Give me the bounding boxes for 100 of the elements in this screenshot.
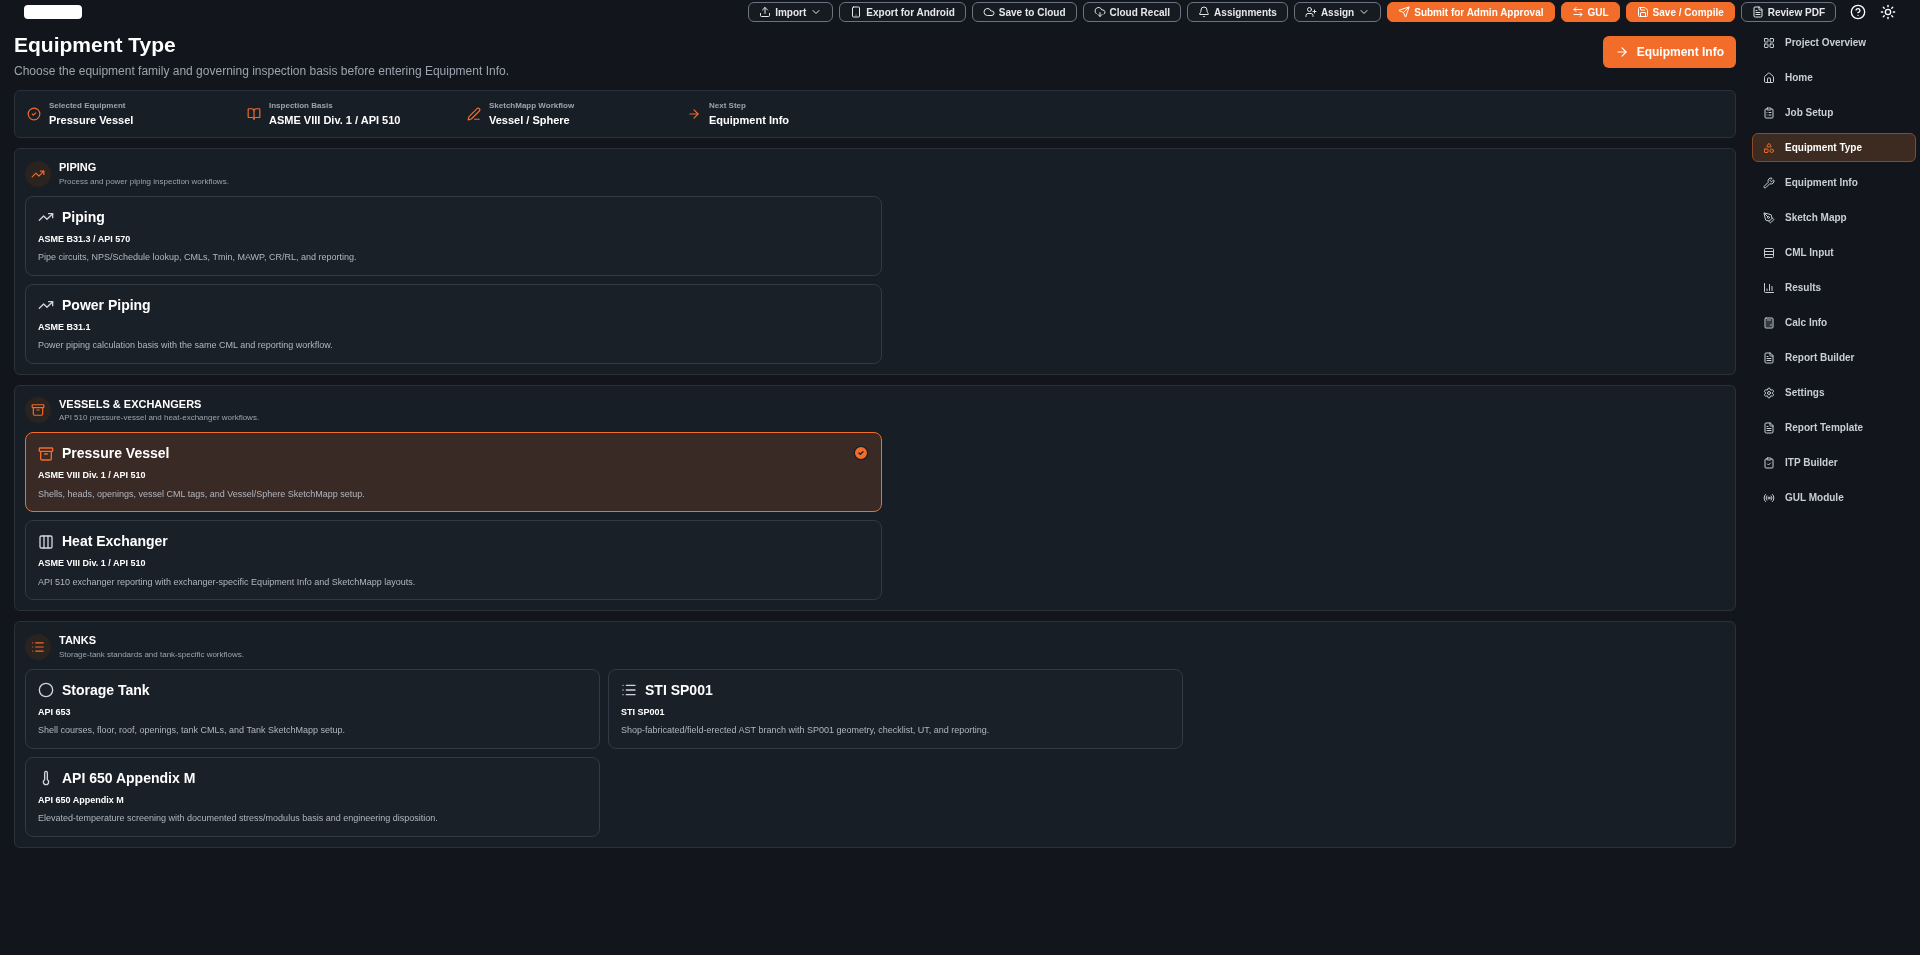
equipment-card[interactable]: API 650 Appendix M API 650 Appendix M Elevated-temperature screening with documented stress/modulus basis and engineering disposition. <box>25 756 600 837</box>
category-description: Process and power piping inspection workflows. <box>59 175 229 188</box>
sun-icon[interactable] <box>1880 4 1896 20</box>
card-basis: ASME B31.1 <box>38 320 92 334</box>
category-title: PIPING <box>59 160 98 176</box>
equipment-card[interactable]: STI SP001 STI SP001 Shop-fabricated/field-erected AST branch with SP001 geometry, checklist, UT, and reporting. <box>608 668 1183 749</box>
sidebar-item[interactable]: Home <box>1752 63 1916 92</box>
page-title: Equipment Type <box>14 32 177 58</box>
columns-icon <box>38 533 54 550</box>
summary-value: Vessel / Sphere <box>489 113 571 128</box>
category-title: TANKS <box>59 633 98 649</box>
send-icon <box>1398 6 1411 18</box>
category-description: Storage-tank standards and tank-specific workflows. <box>59 648 244 661</box>
toolbar-button[interactable]: Export for Android <box>839 2 966 22</box>
selected-check-icon <box>853 445 869 462</box>
toolbar-button[interactable]: Assignments <box>1187 2 1288 22</box>
card-title: API 650 Appendix M <box>62 768 196 788</box>
card-title: Heat Exchanger <box>62 532 168 552</box>
list-icon <box>31 639 45 654</box>
card-description: Pipe circuits, NPS/Schedule lookup, CMLs, Tmin, MAWP, CR/RL, and reporting. <box>38 251 358 265</box>
upload-icon <box>759 6 772 18</box>
shapes-icon <box>1763 141 1775 154</box>
arrows-icon <box>1571 6 1584 18</box>
summary-label: Next Step <box>709 100 747 112</box>
card-title: Storage Tank <box>62 680 150 700</box>
cloud-download-icon <box>1093 6 1106 18</box>
toolbar-button[interactable]: Review PDF <box>1740 2 1836 22</box>
card-description: Shells, heads, openings, vessel CML tags, and Vessel/Sphere SketchMapp setup. <box>38 487 366 501</box>
arrow-right-icon <box>1614 45 1629 59</box>
bar-chart-icon <box>1763 281 1775 294</box>
sidebar-item[interactable]: Report Builder <box>1752 343 1916 372</box>
sidebar-item[interactable]: Sketch Mapp <box>1752 203 1916 232</box>
document-icon <box>1763 351 1775 364</box>
wrench-icon <box>1763 176 1775 189</box>
sidebar-item[interactable]: Project Overview <box>1752 28 1916 57</box>
summary-label: Inspection Basis <box>269 100 334 112</box>
card-description: API 510 exchanger reporting with exchanger-specific Equipment Info and SketchMapp layouts. <box>38 575 417 589</box>
card-description: Power piping calculation basis with the same CML and reporting workflow. <box>38 339 334 353</box>
sidebar-item[interactable]: CML Input <box>1752 238 1916 267</box>
category-description: API 510 pressure-vessel and heat-exchanger workflows. <box>59 412 260 425</box>
phone-icon <box>850 6 863 18</box>
card-basis: API 653 <box>38 705 72 719</box>
equipment-card[interactable]: Piping ASME B31.3 / API 570 Pipe circuits, NPS/Schedule lookup, CMLs, Tmin, MAWP, CR/RL, and reporting. <box>25 195 882 276</box>
save-icon <box>1636 6 1649 18</box>
card-basis: STI SP001 <box>621 705 666 719</box>
card-description: Shop-fabricated/field-erected AST branch with SP001 geometry, checklist, UT, and reporting. <box>621 724 991 738</box>
sidebar-item[interactable]: Report Template <box>1752 413 1916 442</box>
book-icon <box>247 107 261 122</box>
archive-box-icon <box>31 403 45 417</box>
equipment-card[interactable]: Storage Tank API 653 Shell courses, floor, roof, openings, tank CMLs, and Tank SketchMapp setup. <box>25 668 600 749</box>
archive-box-icon <box>38 445 54 462</box>
toolbar-button[interactable]: Save to Cloud <box>971 2 1077 22</box>
card-title: Power Piping <box>62 295 151 315</box>
summary-value: Pressure Vessel <box>49 113 134 128</box>
card-title: Piping <box>62 207 105 227</box>
circle-icon <box>38 682 54 699</box>
check-circle-icon <box>27 107 41 122</box>
clipboard-check-icon <box>1763 456 1775 469</box>
toolbar-button[interactable]: Import <box>748 2 834 22</box>
equipment-card[interactable]: Power Piping ASME B31.1 Power piping calculation basis with the same CML and reporting workflow. <box>25 283 882 364</box>
settings-icon <box>1763 386 1775 399</box>
pen-icon <box>1763 211 1775 224</box>
card-basis: ASME VIII Div. 1 / API 510 <box>38 557 147 571</box>
toolbar-button[interactable]: Cloud Recall <box>1082 2 1182 22</box>
equipment-card[interactable]: Heat Exchanger ASME VIII Div. 1 / API 510 API 510 exchanger reporting with exchanger-specific Equipment Info and SketchMapp layouts. <box>25 520 882 601</box>
rows-icon <box>1763 246 1775 259</box>
card-basis: API 650 Appendix M <box>38 793 125 807</box>
sidebar-item[interactable]: ITP Builder <box>1752 448 1916 477</box>
clipboard-icon <box>1763 106 1775 119</box>
card-basis: ASME B31.3 / API 570 <box>38 232 132 246</box>
equipment-card[interactable]: Pressure Vessel ASME VIII Div. 1 / API 510 Shells, heads, openings, vessel CML tags, and Vessel/Sphere SketchMapp setup. <box>25 432 882 513</box>
sidebar-item[interactable]: Results <box>1752 273 1916 302</box>
sidebar-item[interactable]: Equipment Type <box>1752 133 1916 162</box>
logo <box>24 5 82 19</box>
category-title: VESSELS & EXCHANGERS <box>59 396 203 412</box>
sidebar-item[interactable]: Calc Info <box>1752 308 1916 337</box>
summary-label: SketchMapp Workflow <box>489 100 575 112</box>
sidebar-item[interactable]: Equipment Info <box>1752 168 1916 197</box>
sidebar-item[interactable]: Settings <box>1752 378 1916 407</box>
card-description: Elevated-temperature screening with documented stress/modulus basis and engineering disposition. <box>38 812 439 826</box>
help-icon[interactable] <box>1850 4 1866 20</box>
document-icon <box>1751 6 1764 18</box>
document-icon <box>1763 421 1775 434</box>
card-title: Pressure Vessel <box>62 444 170 464</box>
card-basis: ASME VIII Div. 1 / API 510 <box>38 469 147 483</box>
bell-icon <box>1198 6 1211 18</box>
home-icon <box>1763 71 1775 84</box>
summary-label: Selected Equipment <box>49 100 127 112</box>
toolbar-button[interactable]: Assign <box>1293 2 1382 22</box>
sidebar-item[interactable]: Job Setup <box>1752 98 1916 127</box>
page-subtitle: Choose the equipment family and governing inspection basis before entering Equipment Info. <box>14 63 509 81</box>
pen-icon <box>467 107 481 122</box>
grid-icon <box>1763 36 1775 49</box>
user-plus-icon <box>1304 6 1317 18</box>
summary-value: ASME VIII Div. 1 / API 510 <box>269 113 401 128</box>
summary-value: Equipment Info <box>709 113 790 128</box>
card-description: Shell courses, floor, roof, openings, tank CMLs, and Tank SketchMapp setup. <box>38 724 346 738</box>
card-title: STI SP001 <box>645 680 713 700</box>
sidebar-item[interactable]: GUL Module <box>1752 483 1916 512</box>
radio-icon <box>1763 491 1775 504</box>
